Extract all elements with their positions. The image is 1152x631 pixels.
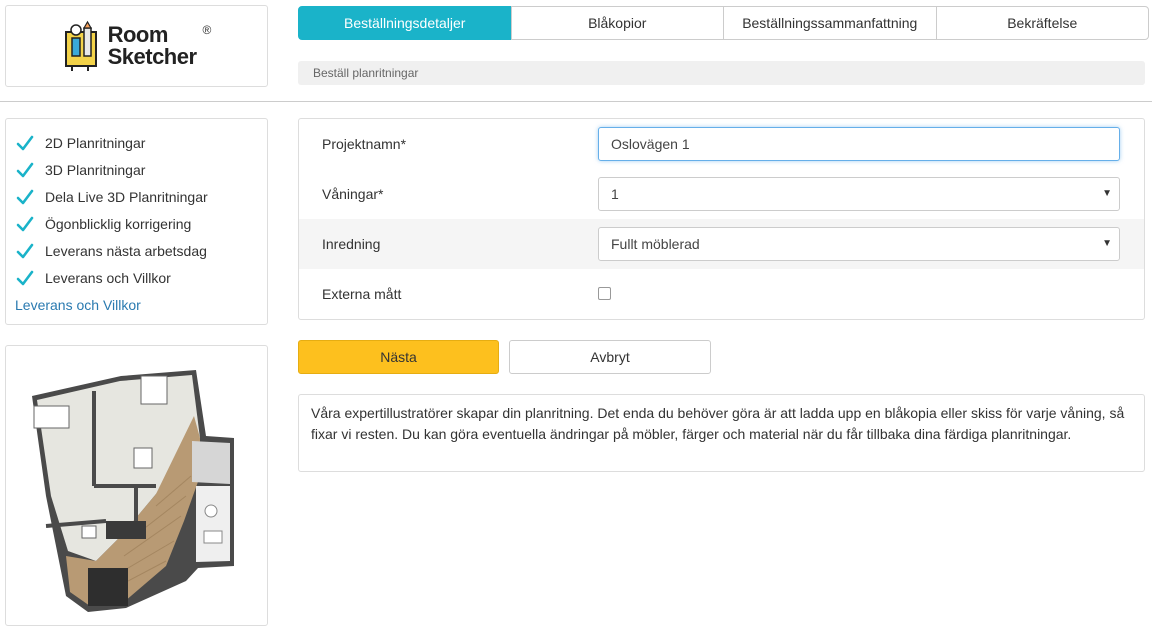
- features-panel: 2D Planritningar 3D Planritningar Dela L…: [5, 118, 268, 325]
- registered-mark: ®: [202, 23, 212, 37]
- caret-down-icon: ▼: [1102, 238, 1112, 249]
- feature-label: Leverans nästa arbetsdag: [45, 242, 207, 259]
- feature-label: Leverans och Villkor: [45, 269, 171, 286]
- check-icon: [16, 270, 34, 285]
- tab-confirmation[interactable]: Bekräftelse: [935, 6, 1149, 40]
- tab-order-summary[interactable]: Beställningssammanfattning: [723, 6, 937, 40]
- floors-select[interactable]: 1 ▼: [598, 177, 1120, 211]
- logo-panel: Room Sketcher ®: [5, 5, 268, 87]
- project-name-input[interactable]: Oslovägen 1: [598, 127, 1120, 161]
- floors-row: Våningar* 1 ▼: [299, 169, 1144, 219]
- logo-pencil-icon: [64, 20, 97, 71]
- furnishing-label: Inredning: [322, 236, 381, 252]
- terms-link[interactable]: Leverans och Villkor: [15, 297, 141, 313]
- external-dimensions-checkbox[interactable]: [598, 287, 611, 300]
- floors-label: Våningar*: [322, 186, 384, 202]
- feature-item: Leverans nästa arbetsdag: [16, 237, 267, 264]
- floorplan-illustration: [32, 370, 234, 612]
- floorplan-image: [5, 345, 268, 626]
- feature-label: 3D Planritningar: [45, 161, 146, 178]
- furnishing-selected-value: Fullt möblerad: [611, 236, 700, 252]
- feature-label: Ögonblicklig korrigering: [45, 215, 192, 232]
- feature-label: Dela Live 3D Planritningar: [45, 188, 208, 205]
- order-steps-tabs: Beställningsdetaljer Blåkopior Beställni…: [298, 6, 1149, 40]
- feature-item: Ögonblicklig korrigering: [16, 210, 267, 237]
- next-button[interactable]: Nästa: [298, 340, 499, 374]
- roomsketcher-logo[interactable]: Room Sketcher ®: [62, 20, 212, 72]
- furnishing-select[interactable]: Fullt möblerad ▼: [598, 227, 1120, 261]
- tab-order-details[interactable]: Beställningsdetaljer: [298, 6, 512, 40]
- project-row: Projektnamn* Oslovägen 1: [299, 119, 1144, 169]
- check-icon: [16, 243, 34, 258]
- check-icon: [16, 216, 34, 231]
- feature-item: 2D Planritningar: [16, 129, 267, 156]
- furnishing-row: Inredning Fullt möblerad ▼: [299, 219, 1144, 269]
- cancel-button[interactable]: Avbryt: [509, 340, 711, 374]
- logo-line-1: Room: [107, 22, 169, 47]
- feature-item: 3D Planritningar: [16, 156, 267, 183]
- caret-down-icon: ▼: [1102, 188, 1112, 199]
- divider: [0, 101, 1152, 102]
- project-label: Projektnamn*: [322, 136, 407, 152]
- feature-item: Leverans och Villkor: [16, 264, 267, 291]
- order-form: Projektnamn* Oslovägen 1 Våningar* 1 ▼ I…: [298, 118, 1145, 320]
- logo-wordmark: Room Sketcher: [108, 24, 197, 68]
- check-icon: [16, 189, 34, 204]
- breadcrumb: Beställ planritningar: [298, 61, 1145, 85]
- check-icon: [16, 135, 34, 150]
- tab-blueprints[interactable]: Blåkopior: [510, 6, 724, 40]
- feature-item: Dela Live 3D Planritningar: [16, 183, 267, 210]
- feature-label: 2D Planritningar: [45, 134, 146, 151]
- floors-selected-value: 1: [611, 186, 619, 202]
- external-label: Externa mått: [322, 286, 402, 302]
- check-icon: [16, 162, 34, 177]
- logo-line-2: Sketcher: [107, 44, 197, 69]
- info-text: Våra expertillustratörer skapar din plan…: [298, 394, 1145, 472]
- external-row: Externa mått: [299, 269, 1144, 319]
